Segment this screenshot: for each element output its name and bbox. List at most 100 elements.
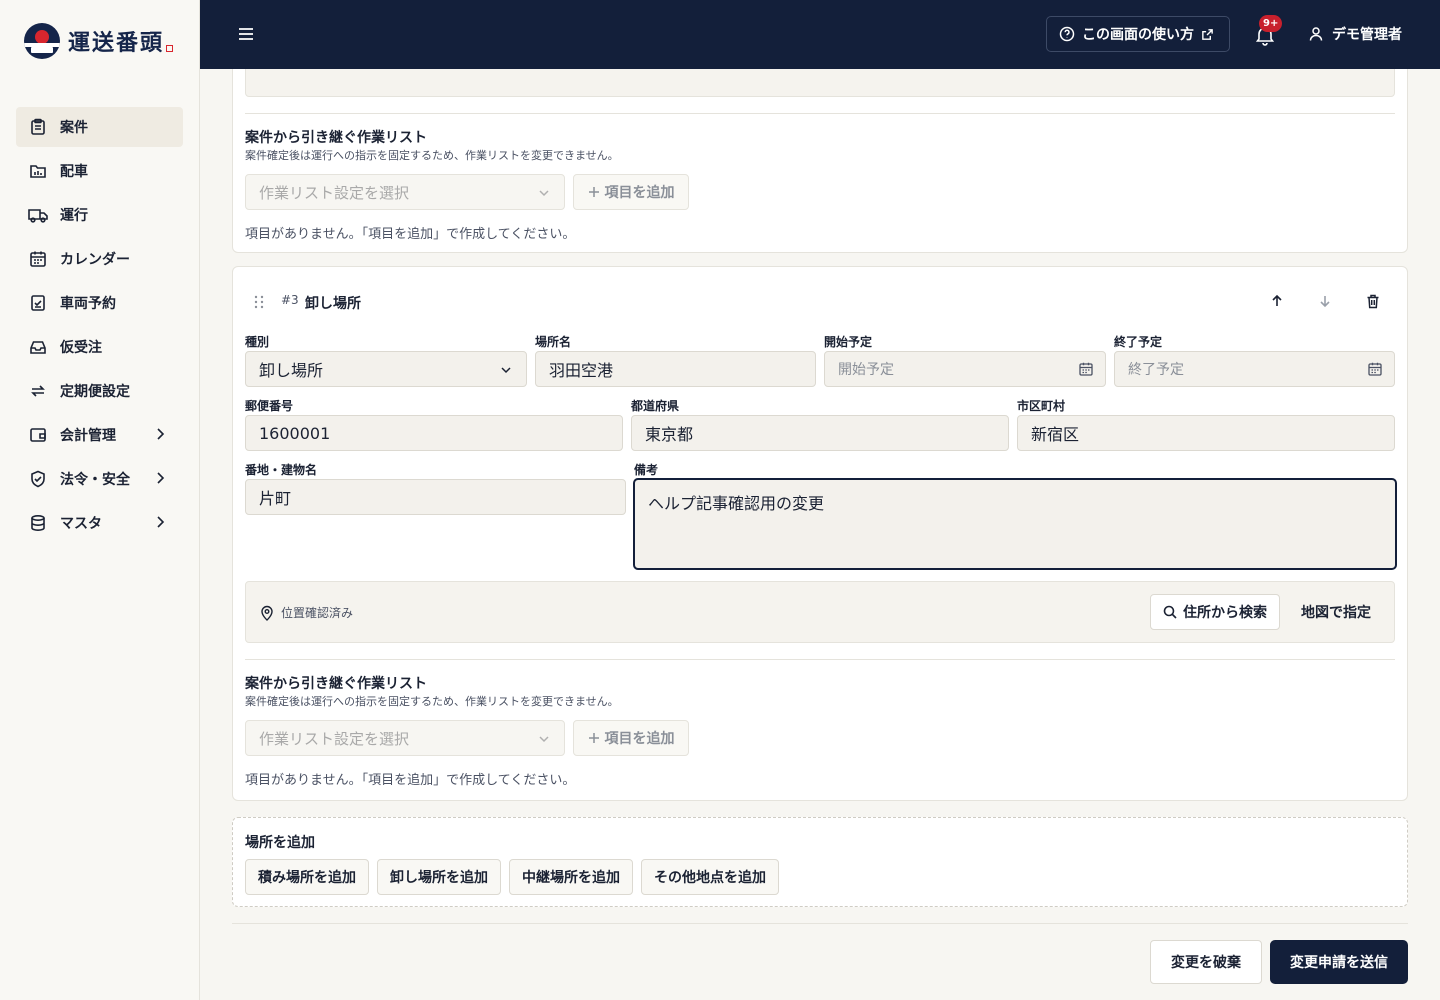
task-list-select-placeholder: 作業リスト設定を選択 — [259, 183, 410, 202]
sidebar-item-label: 法令・安全 — [60, 472, 130, 488]
delete-stop-button[interactable] — [1363, 291, 1383, 311]
drag-handle-icon[interactable] — [253, 295, 265, 309]
calendar-board-icon — [28, 161, 48, 181]
place-name-input[interactable]: 羽田空港 — [535, 351, 816, 387]
sidebar-item-regular-service[interactable]: 定期便設定 — [16, 371, 183, 411]
sidebar-item-label: マスタ — [60, 516, 102, 532]
chevron-right-icon — [157, 516, 165, 528]
stop-number: #3 — [281, 293, 299, 307]
notes-textarea[interactable]: ヘルプ記事確認用の変更 — [633, 478, 1397, 570]
address-label: 番地・建物名 — [245, 463, 318, 477]
sidebar-nav: 案件 配車 運行 カレンダー 車両予約 仮受注 定期便設定 会計管理 法令・安全… — [16, 107, 183, 547]
checklist-icon — [28, 293, 48, 313]
sidebar-item-label: 会計管理 — [60, 428, 116, 444]
task-list-title: 案件から引き継ぐ作業リスト — [245, 130, 427, 146]
discard-changes-label: 変更を破棄 — [1171, 955, 1241, 971]
specify-on-map-label: 地図で指定 — [1301, 605, 1371, 621]
help-button[interactable]: この画面の使い方 — [1046, 16, 1230, 52]
calendar-icon — [1368, 362, 1382, 376]
notes-value: ヘルプ記事確認用の変更 — [648, 494, 825, 513]
add-dropoff-button[interactable]: 卸し場所を追加 — [377, 859, 501, 895]
add-pickup-button[interactable]: 積み場所を追加 — [245, 859, 369, 895]
plus-icon — [588, 187, 599, 197]
city-value: 新宿区 — [1031, 425, 1080, 444]
plus-icon — [588, 733, 599, 743]
stop-card-previous: 案件から引き継ぐ作業リスト 案件確定後は運行への指示を固定するため、作業リストを… — [232, 69, 1408, 253]
hamburger-menu-icon[interactable] — [236, 24, 256, 44]
user-menu[interactable]: デモ管理者 — [1308, 24, 1402, 44]
add-other-point-button[interactable]: その他地点を追加 — [641, 859, 779, 895]
sidebar-item-operation[interactable]: 運行 — [16, 195, 183, 235]
sidebar-item-vehicle-booking[interactable]: 車両予約 — [16, 283, 183, 323]
task-list-title: 案件から引き継ぐ作業リスト — [245, 676, 427, 692]
sidebar-item-provisional-order[interactable]: 仮受注 — [16, 327, 183, 367]
add-task-item-label: 項目を追加 — [604, 731, 675, 747]
move-up-button[interactable] — [1267, 291, 1287, 311]
arrow-down-icon — [1320, 296, 1330, 308]
location-box-previous — [245, 69, 1395, 97]
submit-change-request-label: 変更申請を送信 — [1290, 955, 1388, 971]
sidebar-item-label: 運行 — [60, 208, 88, 224]
address-input[interactable]: 片町 — [245, 479, 626, 515]
sidebar-item-accounting[interactable]: 会計管理 — [16, 415, 183, 455]
sidebar-item-label: カレンダー — [60, 252, 130, 268]
end-time-placeholder: 終了予定 — [1128, 362, 1184, 378]
add-relay-button[interactable]: 中継場所を追加 — [509, 859, 633, 895]
shield-icon — [28, 469, 48, 489]
sidebar-item-dispatch[interactable]: 配車 — [16, 151, 183, 191]
chevron-down-icon — [539, 190, 549, 197]
task-list-subtitle: 案件確定後は運行への指示を固定するため、作業リストを変更できません。 — [245, 149, 619, 162]
start-time-input[interactable]: 開始予定 — [824, 351, 1106, 387]
place-name-value: 羽田空港 — [549, 361, 614, 380]
chevron-down-icon — [539, 736, 549, 743]
location-box: 位置確認済み 住所から検索 地図で指定 — [245, 581, 1395, 643]
top-header: この画面の使い方 9+ デモ管理者 — [200, 0, 1440, 69]
sidebar-item-compliance-safety[interactable]: 法令・安全 — [16, 459, 183, 499]
move-down-button[interactable] — [1315, 291, 1335, 311]
sidebar-item-label: 案件 — [60, 120, 88, 136]
discard-changes-button[interactable]: 変更を破棄 — [1150, 940, 1262, 984]
divider — [245, 113, 1395, 114]
submit-change-request-button[interactable]: 変更申請を送信 — [1270, 940, 1408, 984]
truck-icon — [28, 205, 48, 225]
main-content: 案件から引き継ぐ作業リスト 案件確定後は運行への指示を固定するため、作業リストを… — [200, 69, 1440, 1000]
add-location-panel: 場所を追加 積み場所を追加 卸し場所を追加 中継場所を追加 その他地点を追加 — [232, 817, 1408, 907]
prefecture-value: 東京都 — [645, 425, 694, 444]
add-location-title: 場所を追加 — [245, 835, 315, 851]
inbox-icon — [28, 337, 48, 357]
type-select-value: 卸し場所 — [259, 361, 324, 380]
sidebar-item-label: 車両予約 — [60, 296, 116, 312]
add-pickup-label: 積み場所を追加 — [258, 870, 356, 886]
stop-title: 卸し場所 — [305, 296, 361, 312]
search-by-address-button[interactable]: 住所から検索 — [1150, 594, 1280, 630]
postal-code-input[interactable]: 1600001 — [245, 415, 623, 451]
task-list-select-placeholder: 作業リスト設定を選択 — [259, 729, 410, 748]
notification-badge: 9+ — [1259, 15, 1283, 32]
type-select[interactable]: 卸し場所 — [245, 351, 527, 387]
arrow-up-icon — [1272, 294, 1282, 306]
specify-on-map-button[interactable]: 地図で指定 — [1288, 594, 1384, 630]
city-input[interactable]: 新宿区 — [1017, 415, 1395, 451]
add-task-item-button: 項目を追加 — [573, 174, 689, 210]
postal-code-label: 郵便番号 — [245, 399, 294, 413]
external-link-icon — [1202, 28, 1213, 40]
app-logo[interactable]: 運送番頭 — [24, 22, 174, 60]
add-task-item-button: 項目を追加 — [573, 720, 689, 756]
chevron-right-icon — [157, 472, 165, 484]
end-time-input[interactable]: 終了予定 — [1114, 351, 1395, 387]
sidebar-item-label: 配車 — [60, 164, 88, 180]
end-time-label: 終了予定 — [1114, 335, 1163, 349]
help-circle-icon — [1059, 26, 1075, 42]
add-task-item-label: 項目を追加 — [604, 185, 675, 201]
notes-label: 備考 — [634, 463, 659, 477]
sidebar-item-cases[interactable]: 案件 — [16, 107, 183, 147]
sidebar-item-calendar[interactable]: カレンダー — [16, 239, 183, 279]
logo-text: 運送番頭 — [68, 30, 165, 56]
calendar-icon — [1079, 362, 1093, 376]
user-name: デモ管理者 — [1332, 27, 1402, 43]
start-time-placeholder: 開始予定 — [838, 362, 894, 378]
sidebar-item-master[interactable]: マスタ — [16, 503, 183, 543]
prefecture-input[interactable]: 東京都 — [631, 415, 1009, 451]
task-list-subtitle: 案件確定後は運行への指示を固定するため、作業リストを変更できません。 — [245, 695, 619, 708]
task-list-select: 作業リスト設定を選択 — [245, 720, 565, 756]
